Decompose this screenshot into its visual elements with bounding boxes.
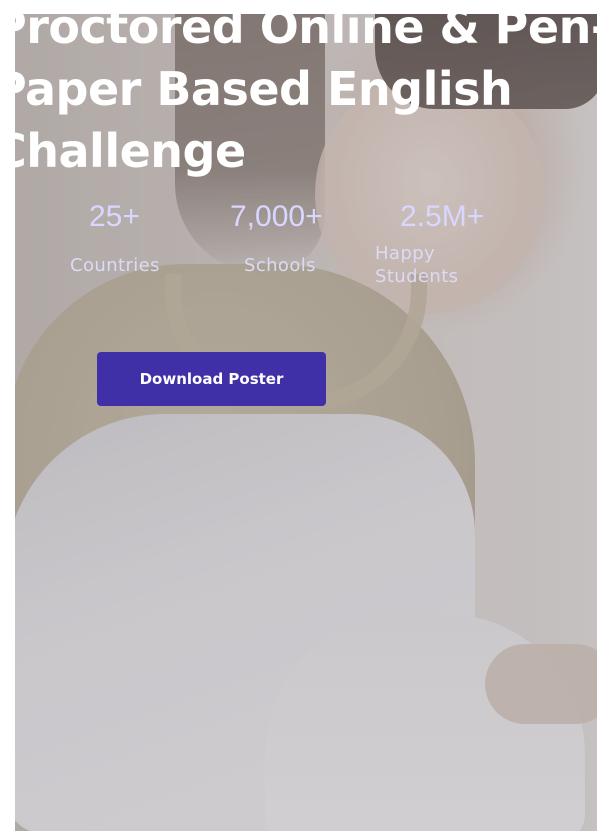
headline-line-1: Proctored Online & Pen- xyxy=(15,14,597,54)
stat-students-value: 2.5M+ xyxy=(400,200,485,233)
download-poster-button[interactable]: Download Poster xyxy=(97,352,326,406)
stat-schools-label: Schools xyxy=(244,255,316,276)
hero-headline: Proctored Online & Pen- Paper Based Engl… xyxy=(15,14,597,182)
headline-line-3: Challenge xyxy=(15,124,246,178)
stat-schools-value: 7,000+ xyxy=(230,200,323,233)
stat-countries-label: Countries xyxy=(70,255,160,276)
stat-countries-value: 25+ xyxy=(89,200,140,233)
hero-section: Proctored Online & Pen- Paper Based Engl… xyxy=(15,14,597,831)
stat-students-label: Happy Students xyxy=(375,243,459,287)
headline-line-2: Paper Based English xyxy=(15,62,513,116)
